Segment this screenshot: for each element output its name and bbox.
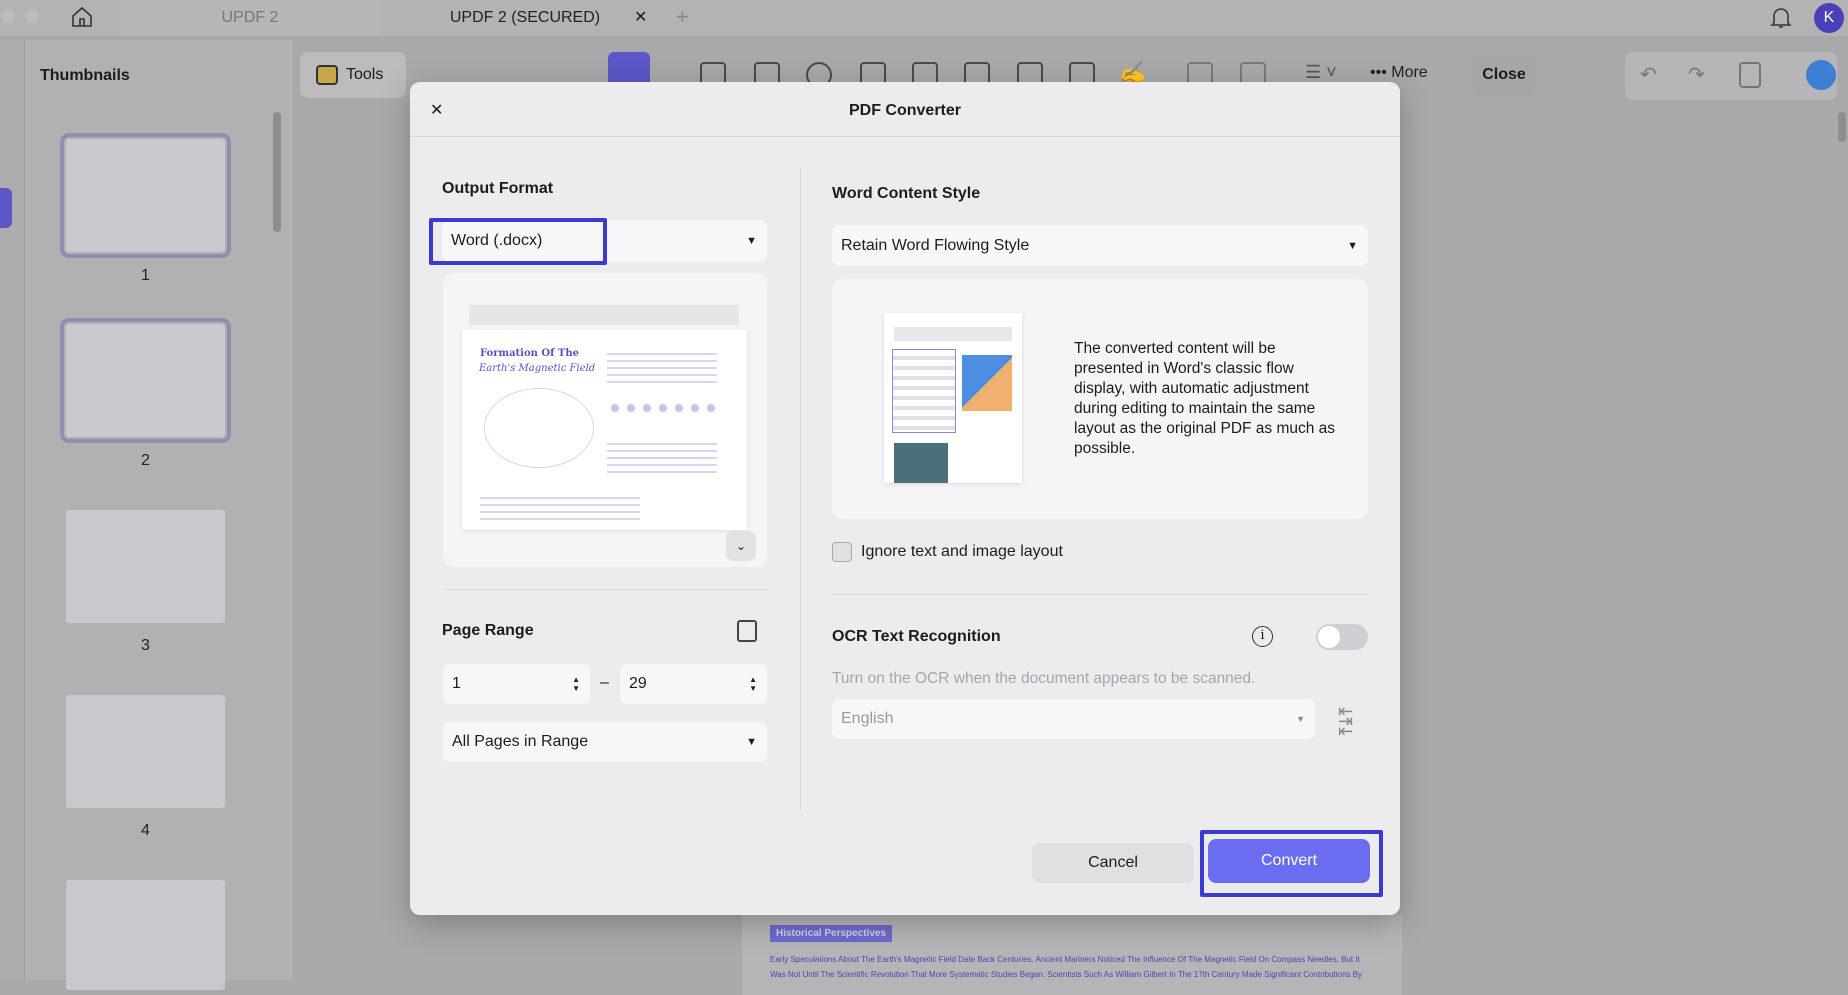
- document-scrollbar[interactable]: [1838, 112, 1846, 142]
- preview-page: Formation Of The Earth's Magnetic Field: [462, 330, 747, 530]
- format-preview-card: Formation Of The Earth's Magnetic Field …: [443, 273, 767, 567]
- page-thumbnail-3[interactable]: [66, 510, 225, 623]
- bell-icon[interactable]: [1770, 6, 1792, 30]
- page-number: 1: [141, 267, 150, 284]
- page-range-label: Page Range: [442, 622, 534, 639]
- range-separator: –: [600, 674, 609, 691]
- dialog-title: PDF Converter: [848, 102, 962, 119]
- more-label: More: [1391, 64, 1428, 81]
- page-to-value: 29: [629, 675, 647, 692]
- stepper-icon[interactable]: ▲ ▼: [572, 675, 580, 693]
- tools-button[interactable]: Tools: [300, 52, 406, 98]
- avatar[interactable]: K: [1814, 3, 1844, 33]
- tab-updf-2[interactable]: UPDF 2: [120, 0, 380, 36]
- page-number: 4: [141, 822, 150, 839]
- page-from-value: 1: [452, 675, 461, 692]
- page-thumbnail-2[interactable]: [60, 318, 231, 443]
- section-label: Historical Perspectives: [770, 925, 893, 942]
- word-style-description: The converted content will be presented …: [1074, 340, 1336, 457]
- home-icon[interactable]: [70, 5, 94, 29]
- ocr-label: OCR Text Recognition: [832, 628, 1001, 645]
- word-style-description-card: The converted content will be presented …: [832, 279, 1368, 519]
- column-divider: [800, 168, 801, 810]
- thumbnails-rail-icon[interactable]: [0, 188, 12, 228]
- page-subset-select[interactable]: All Pages in Range ▼: [443, 722, 767, 762]
- tab-bar: UPDF 2 UPDF 2 (SECURED) ✕ + K: [0, 0, 1848, 36]
- ai-assistant-icon[interactable]: [1806, 60, 1836, 90]
- cancel-button[interactable]: Cancel: [1032, 843, 1194, 883]
- align-icon[interactable]: ☰ ˅: [1305, 62, 1337, 83]
- preview-subtitle: Earth's Magnetic Field: [479, 363, 596, 374]
- divider: [832, 594, 1368, 595]
- caret-down-icon: ▼: [1347, 239, 1358, 252]
- divider: [443, 589, 767, 590]
- new-tab-icon[interactable]: +: [676, 4, 689, 30]
- page-to-input[interactable]: 29 ▲ ▼: [620, 664, 767, 704]
- document-page: Historical Perspectives Early Speculatio…: [742, 915, 1402, 995]
- divider: [410, 136, 1400, 137]
- body-text: Was Not Until The Scientific Revolution …: [770, 970, 1362, 979]
- page-number: 2: [141, 452, 150, 469]
- page-number: 3: [141, 637, 150, 654]
- close-tab-icon[interactable]: ✕: [634, 7, 647, 27]
- convert-button[interactable]: Convert: [1208, 839, 1370, 883]
- page-thumbnail-5[interactable]: [66, 880, 225, 990]
- ocr-language-value: English: [841, 710, 894, 727]
- output-format-highlight: [429, 218, 607, 265]
- more-button[interactable]: ••• More: [1370, 64, 1428, 82]
- info-icon[interactable]: i: [1252, 626, 1273, 647]
- preview-title: Formation Of The: [480, 348, 579, 359]
- word-style-value: Retain Word Flowing Style: [841, 236, 1030, 254]
- redo-icon[interactable]: ↷: [1688, 62, 1705, 87]
- output-format-label: Output Format: [442, 180, 554, 197]
- ignore-layout-checkbox[interactable]: [832, 542, 852, 562]
- magnetic-field-illustration: [484, 388, 594, 468]
- caret-down-icon: ▼: [746, 736, 757, 748]
- pdf-converter-dialog: ✕ PDF Converter Output Format Word (.doc…: [410, 82, 1400, 915]
- undo-icon[interactable]: ↶: [1640, 62, 1657, 87]
- ocr-settings-icon[interactable]: ⇤ ⇥ ⇤: [1338, 702, 1353, 740]
- expand-preview-button[interactable]: ⌄: [726, 531, 756, 561]
- page-thumbnail-4[interactable]: [66, 695, 225, 808]
- word-style-label: Word Content Style: [832, 185, 981, 202]
- ignore-layout-label: Ignore text and image layout: [861, 543, 1063, 560]
- save-icon[interactable]: [1739, 62, 1761, 88]
- stepper-icon[interactable]: ▲ ▼: [749, 675, 757, 693]
- ocr-hint: Turn on the OCR when the document appear…: [832, 670, 1256, 687]
- caret-down-icon: ▼: [1296, 714, 1305, 724]
- page-subset-value: All Pages in Range: [452, 733, 589, 750]
- word-style-select[interactable]: Retain Word Flowing Style ▼: [832, 225, 1368, 266]
- page-thumbnail-1[interactable]: [60, 133, 231, 258]
- close-button[interactable]: Close: [1472, 54, 1536, 96]
- sidebar-title: Thumbnails: [40, 67, 130, 84]
- toolbox-icon: [316, 65, 338, 85]
- page-from-input[interactable]: 1 ▲ ▼: [443, 664, 590, 704]
- sidebar-scrollbar[interactable]: [273, 112, 281, 232]
- body-text: Early Speculations About The Earth's Mag…: [770, 955, 1360, 964]
- flow-style-illustration: [884, 313, 1022, 483]
- page-range-icon[interactable]: [737, 620, 757, 642]
- tab-updf-2-secured[interactable]: UPDF 2 (SECURED): [385, 0, 665, 36]
- window-controls[interactable]: [2, 10, 42, 24]
- tools-label: Tools: [346, 66, 384, 83]
- left-icon-rail: [0, 40, 25, 980]
- ocr-toggle[interactable]: [1316, 624, 1368, 650]
- ocr-language-select[interactable]: English ▼: [832, 699, 1315, 739]
- caret-down-icon: ▼: [746, 235, 757, 247]
